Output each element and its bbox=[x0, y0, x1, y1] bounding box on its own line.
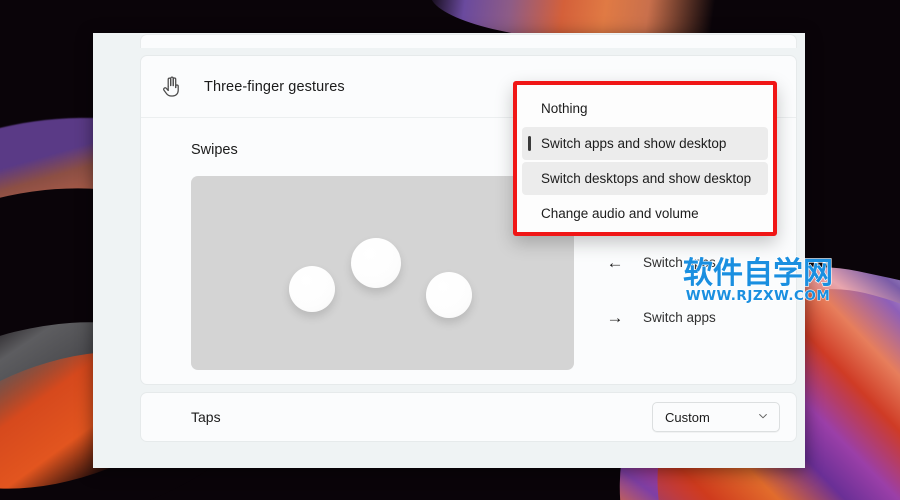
chevron-down-icon bbox=[757, 410, 769, 425]
swipe-action-row-right[interactable]: → Switch apps bbox=[600, 290, 780, 345]
arrow-right-icon: → bbox=[606, 308, 624, 327]
taps-card: Taps Custom bbox=[140, 392, 797, 442]
desktop-wallpaper: Three-finger gestures Swipes ← Switch ap… bbox=[0, 0, 900, 500]
arrow-left-icon: ← bbox=[606, 253, 624, 272]
dropdown-item-change-audio-and-volume[interactable]: Change audio and volume bbox=[522, 197, 768, 230]
taps-row: Taps Custom bbox=[141, 393, 796, 441]
taps-label: Taps bbox=[191, 409, 221, 425]
finger-dot-center bbox=[351, 238, 401, 288]
dropdown-item-switch-desktops-and-show-desktop[interactable]: Switch desktops and show desktop bbox=[522, 162, 768, 195]
finger-dot-left bbox=[289, 266, 335, 312]
swipe-action-row-left[interactable]: ← Switch apps bbox=[600, 235, 780, 290]
three-finger-hand-icon bbox=[159, 74, 185, 100]
taps-dropdown[interactable]: Custom bbox=[652, 402, 780, 432]
gesture-options-dropdown-flyout[interactable]: Nothing Switch apps and show desktop Swi… bbox=[513, 81, 777, 236]
dropdown-item-switch-apps-and-show-desktop[interactable]: Switch apps and show desktop bbox=[522, 127, 768, 160]
swipe-action-label-left: Switch apps bbox=[643, 255, 716, 270]
finger-dot-right bbox=[426, 272, 472, 318]
dropdown-item-nothing[interactable]: Nothing bbox=[522, 92, 768, 125]
card-above-partial bbox=[140, 34, 797, 48]
swipe-action-label-right: Switch apps bbox=[643, 310, 716, 325]
taps-dropdown-value: Custom bbox=[665, 409, 710, 425]
